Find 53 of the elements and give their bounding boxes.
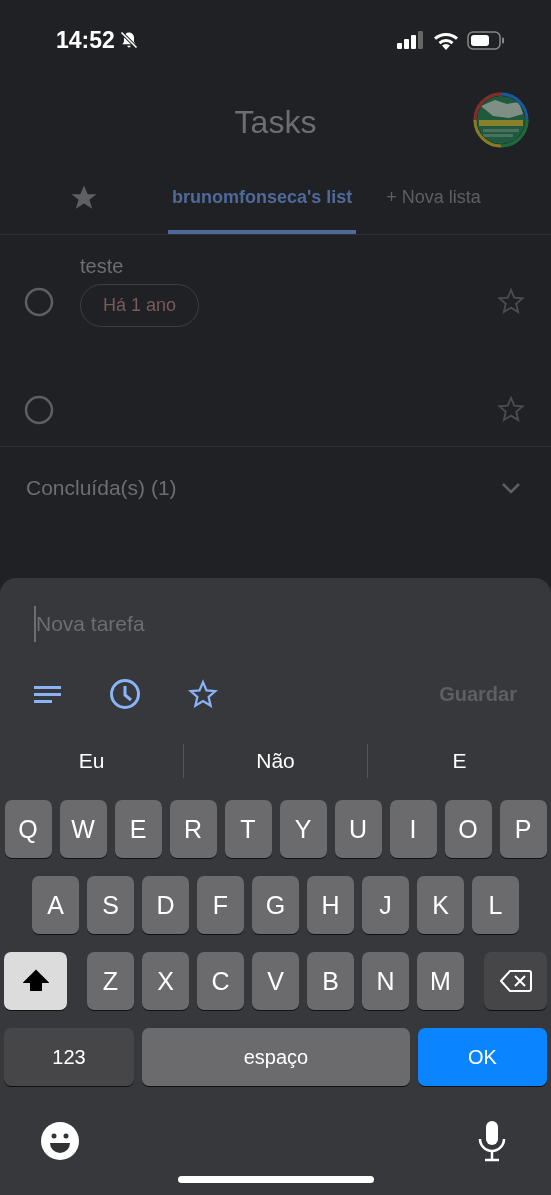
suggestion[interactable]: Eu xyxy=(0,749,183,773)
checkbox-circle[interactable] xyxy=(24,395,54,425)
key[interactable]: G xyxy=(252,876,299,934)
completed-section-label[interactable]: Concluída(s) (1) xyxy=(26,476,177,500)
key[interactable]: L xyxy=(472,876,519,934)
key[interactable]: N xyxy=(362,952,409,1010)
suggestion[interactable]: E xyxy=(368,749,551,773)
key[interactable]: X xyxy=(142,952,189,1010)
list-tab[interactable]: brunomfonseca's list xyxy=(168,165,357,234)
app-title: Tasks xyxy=(234,104,317,141)
key[interactable]: B xyxy=(307,952,354,1010)
backspace-icon xyxy=(499,969,532,993)
shift-icon xyxy=(22,969,49,993)
space-key[interactable]: espaço xyxy=(142,1028,410,1086)
backspace-key[interactable] xyxy=(484,952,547,1010)
key[interactable]: P xyxy=(499,800,547,858)
task-title[interactable]: teste xyxy=(80,255,124,278)
key[interactable]: E xyxy=(114,800,162,858)
numbers-key[interactable]: 123 xyxy=(4,1028,134,1086)
microphone-icon[interactable] xyxy=(477,1120,507,1162)
key[interactable]: V xyxy=(252,952,299,1010)
key[interactable]: C xyxy=(197,952,244,1010)
key[interactable]: S xyxy=(87,876,134,934)
wifi-icon xyxy=(433,30,459,50)
key[interactable]: J xyxy=(362,876,409,934)
key[interactable]: R xyxy=(169,800,217,858)
details-icon[interactable] xyxy=(34,684,62,704)
battery-icon xyxy=(467,30,505,50)
key[interactable]: T xyxy=(224,800,272,858)
key[interactable]: D xyxy=(142,876,189,934)
emoji-icon[interactable] xyxy=(40,1121,80,1161)
return-key[interactable]: OK xyxy=(418,1028,547,1086)
shift-key[interactable] xyxy=(4,952,67,1010)
key[interactable]: A xyxy=(32,876,79,934)
key[interactable]: M xyxy=(417,952,464,1010)
key[interactable]: W xyxy=(59,800,107,858)
clock-icon[interactable] xyxy=(109,678,141,710)
key[interactable]: Z xyxy=(87,952,134,1010)
key[interactable]: K xyxy=(417,876,464,934)
key[interactable]: Y xyxy=(279,800,327,858)
star-icon[interactable] xyxy=(497,287,525,315)
star-icon[interactable] xyxy=(188,679,218,709)
key[interactable]: Q xyxy=(4,800,52,858)
key[interactable]: O xyxy=(444,800,492,858)
key[interactable]: U xyxy=(334,800,382,858)
suggestion[interactable]: Não xyxy=(184,749,367,773)
key[interactable]: H xyxy=(307,876,354,934)
status-time: 14:52 xyxy=(56,26,115,54)
signal-icon xyxy=(397,31,425,49)
key[interactable]: F xyxy=(197,876,244,934)
star-icon[interactable] xyxy=(497,395,525,423)
key[interactable]: I xyxy=(389,800,437,858)
checkbox-circle[interactable] xyxy=(24,287,54,317)
